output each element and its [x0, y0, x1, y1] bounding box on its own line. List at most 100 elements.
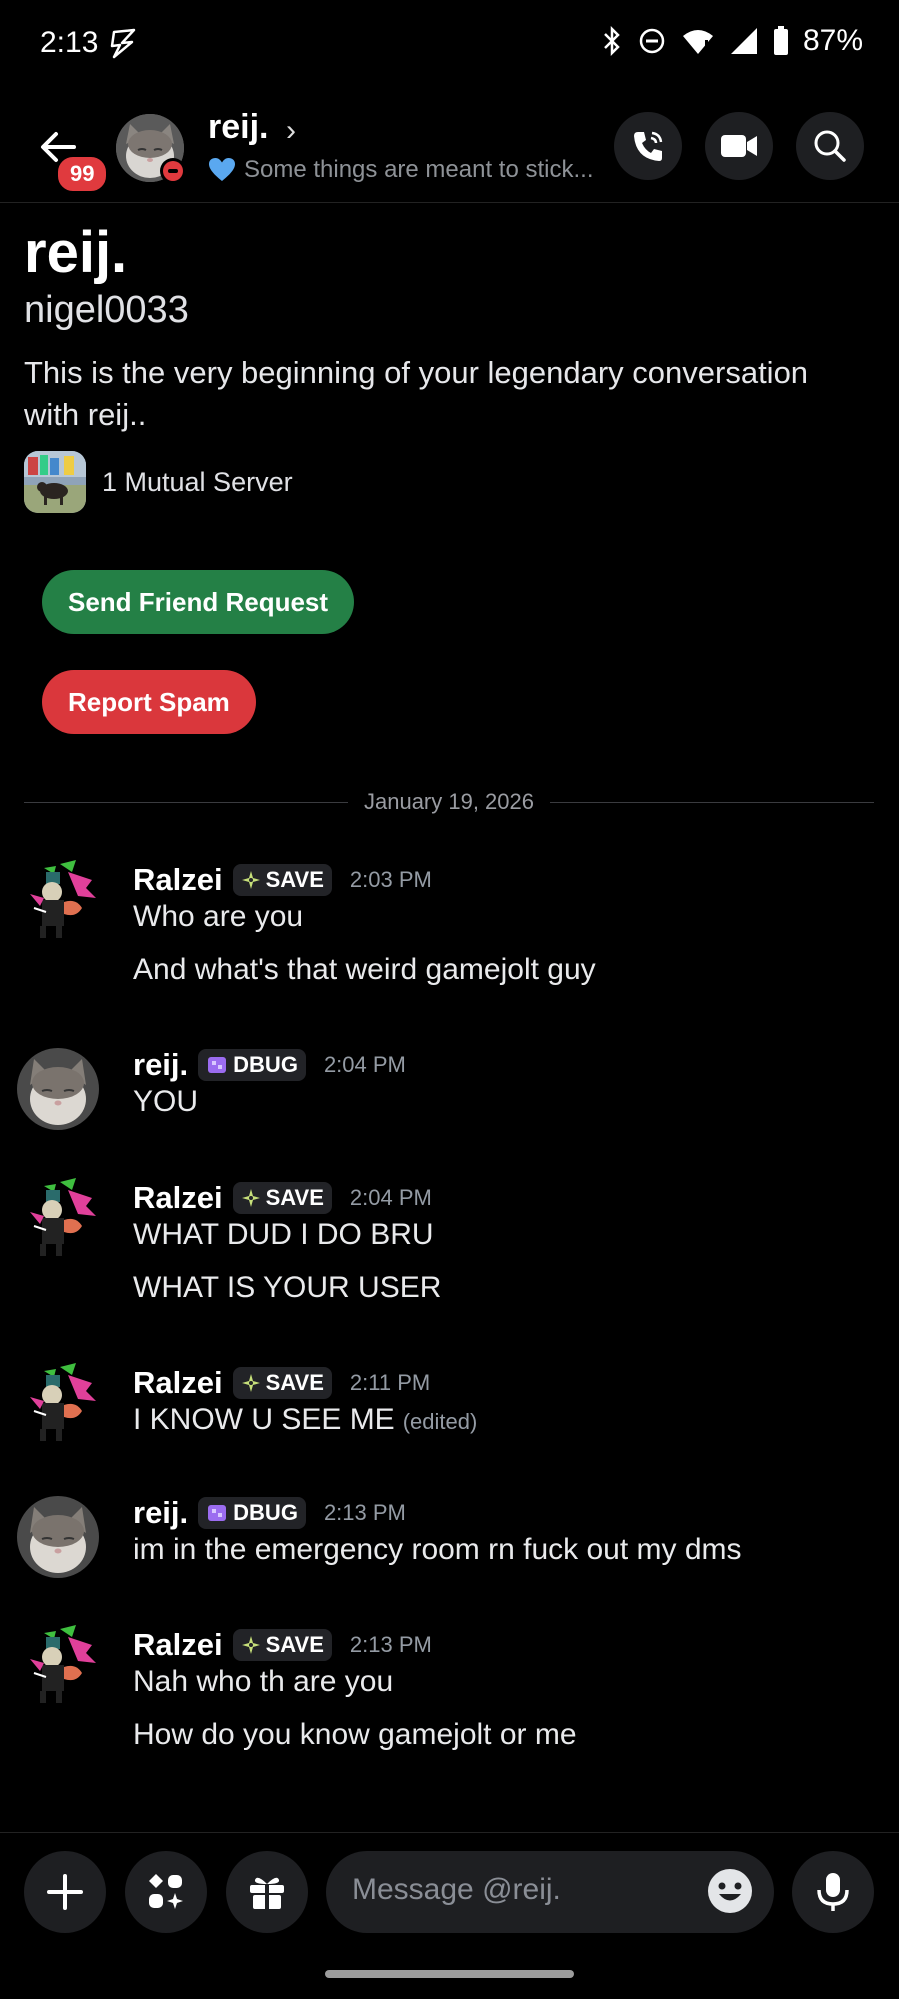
- chevron-right-icon[interactable]: ›: [286, 114, 296, 148]
- message-content: im in the emergency room rn fuck out my …: [133, 1533, 742, 1566]
- save-star-icon: [241, 1635, 261, 1655]
- video-camera-icon: [721, 135, 757, 157]
- voice-call-button[interactable]: [614, 112, 682, 180]
- lightning-icon: [110, 28, 136, 59]
- message-timestamp: 2:11 PM: [349, 1370, 431, 1395]
- message-content: Nah who th are you: [133, 1665, 394, 1698]
- avatar[interactable]: [16, 1047, 100, 1131]
- save-star-icon: [241, 1188, 261, 1208]
- battery-percent: 87%: [802, 24, 863, 57]
- add-attachment-button[interactable]: [24, 1851, 106, 1933]
- bluetooth-icon: [604, 26, 620, 56]
- report-spam-button[interactable]: Report Spam: [42, 670, 256, 734]
- message-author[interactable]: reij.: [133, 1495, 188, 1531]
- server-icon: [24, 451, 86, 514]
- microphone-icon: [817, 1873, 849, 1911]
- message-author[interactable]: Ralzei: [133, 1180, 223, 1216]
- guild-tag-label: DBUG: [233, 1052, 298, 1077]
- message-content: WHAT IS YOUR USER: [133, 1271, 442, 1304]
- guild-tag-label: SAVE: [265, 1185, 324, 1210]
- guild-tag[interactable]: DBUG: [198, 1049, 306, 1081]
- message-composer: Message @reij.: [0, 1832, 899, 1953]
- send-friend-request-button[interactable]: Send Friend Request: [42, 570, 355, 634]
- divider-date: January 19, 2026: [363, 789, 535, 814]
- save-star-icon: [241, 870, 261, 890]
- message-timestamp: 2:04 PM: [349, 1185, 432, 1210]
- header-username[interactable]: reij.: [208, 108, 268, 147]
- guild-tag-label: DBUG: [233, 1500, 298, 1525]
- profile-username: nigel0033: [24, 288, 189, 331]
- message-text[interactable]: YOU: [133, 1085, 198, 1119]
- voice-message-button[interactable]: [792, 1851, 874, 1933]
- apps-icon: [149, 1874, 183, 1909]
- avatar[interactable]: [16, 858, 100, 942]
- message-author[interactable]: Ralzei: [133, 1365, 223, 1401]
- message-author[interactable]: reij.: [133, 1047, 188, 1083]
- message-placeholder: Message @reij.: [352, 1873, 561, 1906]
- mutual-servers[interactable]: 1 Mutual Server: [24, 451, 874, 514]
- custom-status-text: Some things are meant to stick...: [244, 156, 594, 183]
- message-author[interactable]: Ralzei: [133, 1627, 223, 1663]
- guild-tag[interactable]: DBUG: [198, 1497, 306, 1529]
- message-author[interactable]: Ralzei: [133, 862, 223, 898]
- emoji-icon[interactable]: [706, 1867, 754, 1915]
- home-indicator[interactable]: [325, 1970, 574, 1978]
- message-text[interactable]: Who are you: [133, 900, 303, 934]
- guild-tag-label: SAVE: [265, 1632, 324, 1657]
- blue-heart-icon: [209, 158, 235, 181]
- gift-icon: [250, 1877, 284, 1909]
- message-content: Who are you: [133, 900, 304, 933]
- message-meta: reij. DBUG 2:13 PM: [133, 1493, 406, 1533]
- message-text[interactable]: im in the emergency room rn fuck out my …: [133, 1533, 742, 1567]
- message-text[interactable]: WHAT DUD I DO BRU: [133, 1218, 434, 1252]
- video-call-button[interactable]: [705, 112, 773, 180]
- dbug-icon: [206, 1055, 228, 1075]
- message-input[interactable]: Message @reij.: [326, 1851, 774, 1933]
- chat-header: 99 reij. › Some things are meant to stic…: [0, 100, 899, 203]
- message-meta: reij. DBUG 2:04 PM: [133, 1045, 406, 1085]
- avatar[interactable]: [16, 1176, 100, 1260]
- signal-icon: [730, 28, 757, 54]
- unread-badge: 99: [55, 154, 110, 194]
- message-text[interactable]: How do you know gamejolt or me: [133, 1718, 577, 1752]
- message-meta: Ralzei SAVE 2:11 PM: [133, 1363, 430, 1403]
- do-not-disturb-icon: [639, 28, 665, 54]
- gift-button[interactable]: [226, 1851, 308, 1933]
- date-divider: January 19, 2026: [24, 784, 874, 820]
- guild-tag-label: SAVE: [265, 867, 324, 892]
- search-button[interactable]: [796, 112, 864, 180]
- mutual-servers-label: 1 Mutual Server: [102, 466, 293, 497]
- message-text[interactable]: I KNOW U SEE ME (edited): [133, 1403, 477, 1437]
- phone-icon: [634, 131, 663, 161]
- message-text[interactable]: And what's that weird gamejolt guy: [133, 953, 596, 987]
- avatar[interactable]: [16, 1623, 100, 1707]
- avatar[interactable]: [16, 1495, 100, 1579]
- dbug-icon: [206, 1503, 228, 1523]
- dnd-status-indicator: [160, 158, 186, 184]
- guild-tag[interactable]: SAVE: [232, 1629, 332, 1661]
- dm-intro: reij. nigel0033 This is the very beginni…: [24, 220, 874, 514]
- message-timestamp: 2:04 PM: [323, 1052, 406, 1077]
- divider-line: [24, 801, 348, 803]
- message-text[interactable]: WHAT IS YOUR USER: [133, 1271, 441, 1305]
- plus-icon: [47, 1874, 83, 1910]
- message-meta: Ralzei SAVE 2:13 PM: [133, 1625, 432, 1665]
- apps-button[interactable]: [125, 1851, 207, 1933]
- divider-line: [550, 801, 874, 803]
- edited-label: (edited): [402, 1409, 478, 1434]
- intro-description: This is the very beginning of your legen…: [24, 354, 809, 432]
- guild-tag[interactable]: SAVE: [232, 1367, 332, 1399]
- avatar[interactable]: [16, 1361, 100, 1445]
- message-text[interactable]: Nah who th are you: [133, 1665, 393, 1699]
- guild-tag[interactable]: SAVE: [232, 864, 332, 896]
- message-content: How do you know gamejolt or me: [133, 1718, 577, 1751]
- message-meta: Ralzei SAVE 2:04 PM: [133, 1178, 432, 1218]
- wifi-icon: [682, 30, 713, 54]
- message-timestamp: 2:03 PM: [349, 867, 432, 892]
- guild-tag[interactable]: SAVE: [232, 1182, 332, 1214]
- message-timestamp: 2:13 PM: [323, 1500, 406, 1525]
- custom-status: Some things are meant to stick...: [208, 156, 594, 184]
- guild-tag-label: SAVE: [265, 1370, 324, 1395]
- status-bar: 2:13 87%: [0, 0, 899, 90]
- message-content: WHAT DUD I DO BRU: [133, 1218, 434, 1251]
